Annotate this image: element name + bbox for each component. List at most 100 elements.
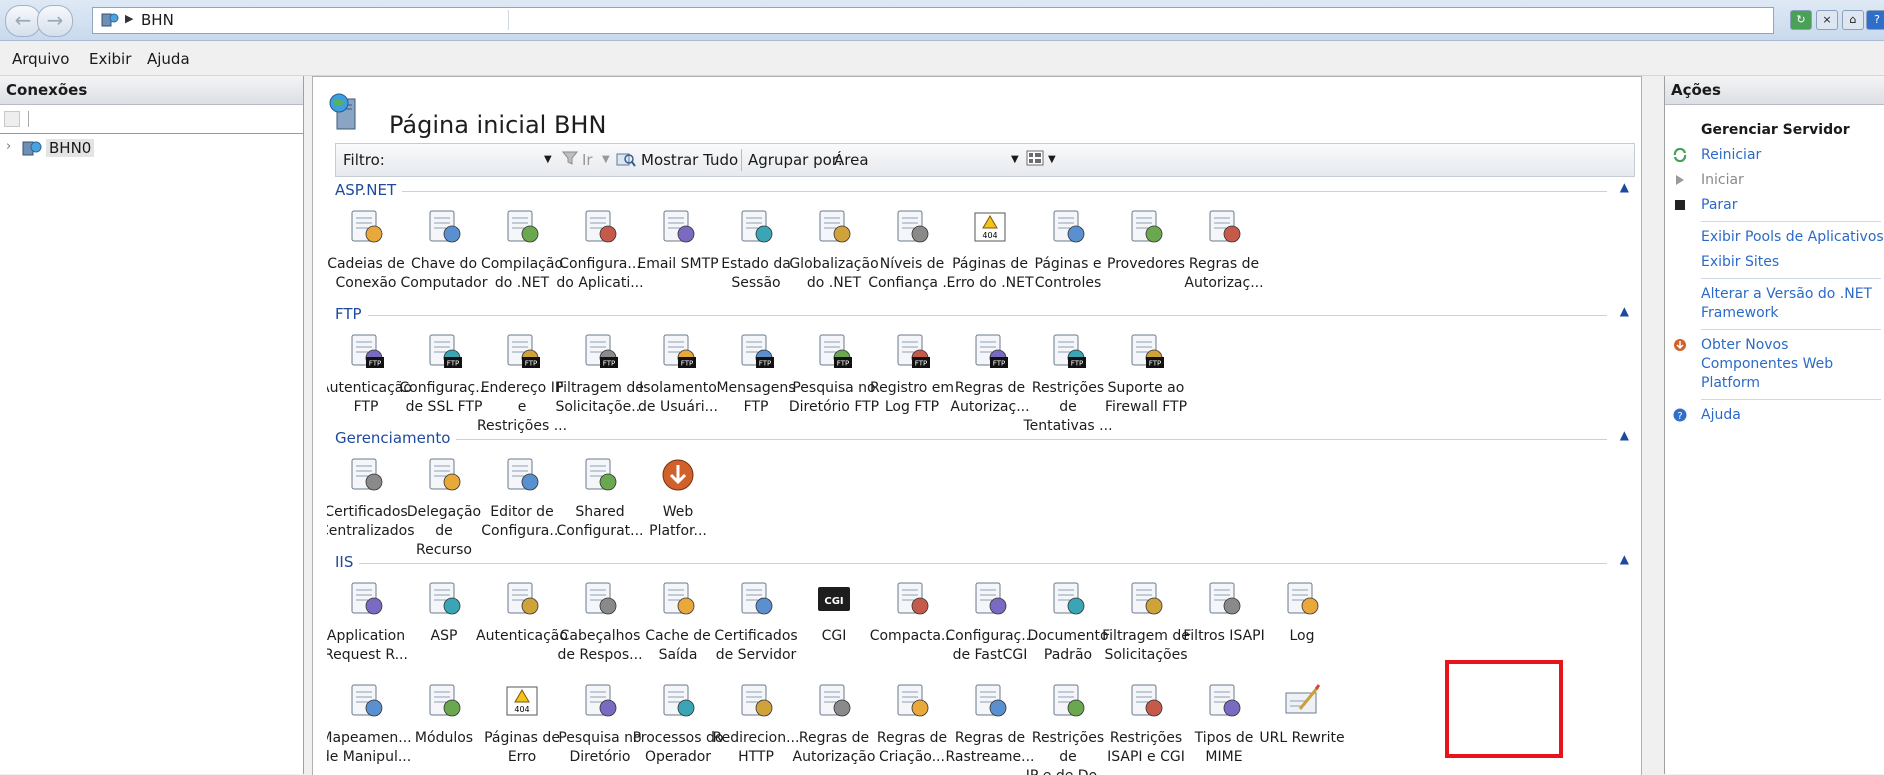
ftp-user-isolation-icon: FTP	[658, 331, 698, 371]
menu-ajuda[interactable]: Ajuda	[147, 50, 190, 68]
svg-text:?: ?	[1677, 411, 1682, 422]
collapse-icon[interactable]: ▲	[1620, 552, 1629, 566]
svg-text:404: 404	[982, 231, 997, 240]
modules-icon	[424, 681, 464, 721]
chevron-right-icon[interactable]: ▶	[125, 12, 133, 25]
action-label: Exibir Sites	[1701, 254, 1780, 270]
svg-text:FTP: FTP	[369, 360, 381, 368]
feature-ftp-firewall[interactable]: FTP Suporte ao Firewall FTP	[1099, 325, 1193, 425]
action-label: Reiniciar	[1701, 147, 1762, 163]
group-name: IIS	[335, 553, 354, 571]
action-exibir-sites[interactable]: Exibir Sites	[1665, 253, 1884, 272]
refresh-icon[interactable]: ↻	[1790, 10, 1812, 30]
action-exibir-pools-de-aplicativos[interactable]: Exibir Pools de Aplicativos	[1665, 228, 1884, 247]
compression-icon	[892, 579, 932, 619]
svg-text:FTP: FTP	[915, 360, 927, 368]
default-document-icon	[1048, 579, 1088, 619]
chevron-down-icon[interactable]: ▼	[602, 154, 610, 165]
feature-web-platform-installer[interactable]: Web Platfor...	[631, 449, 725, 549]
filter-bar: Filtro: ▼ Ir ▼ Mostrar Tudo Agrupar por:…	[335, 143, 1635, 177]
svg-text:FTP: FTP	[525, 360, 537, 368]
breadcrumb[interactable]: BHN	[141, 11, 174, 29]
directory-browsing-icon	[580, 681, 620, 721]
action-label: Exibir Pools de Aplicativos	[1701, 229, 1884, 245]
centralized-certificates-icon	[346, 455, 386, 495]
group-by-select[interactable]: Área	[834, 151, 869, 169]
menu-exibir[interactable]: Exibir	[89, 50, 131, 68]
tree-node-server[interactable]: › BHN0	[0, 138, 303, 160]
group-header-asp-net[interactable]: ASP.NET ▲	[327, 179, 1635, 201]
icon-row: Certificados Centralizados Delegação de R…	[327, 449, 1635, 558]
stop-icon	[1673, 198, 1687, 212]
action-reiniciar[interactable]: Reiniciar	[1665, 146, 1884, 165]
filter-label: Filtro:	[343, 151, 385, 169]
actions-header: Ações	[1665, 76, 1884, 105]
feature-net-authorization[interactable]: Regras de Autorizaç...	[1177, 201, 1271, 301]
forward-button[interactable]: →	[37, 5, 73, 37]
group-header-ftp[interactable]: FTP ▲	[327, 303, 1635, 325]
action-iniciar[interactable]: Iniciar	[1665, 171, 1884, 190]
action-parar[interactable]: Parar	[1665, 196, 1884, 215]
group-divider	[359, 563, 1607, 564]
authorization-rules-icon	[814, 681, 854, 721]
ftp-authentication-icon: FTP	[346, 331, 386, 371]
action-alterar-a-versao-do-net-framework[interactable]: Alterar a Versão do .NET Framework	[1665, 285, 1884, 323]
go-button[interactable]: Ir	[582, 151, 593, 169]
authentication-icon	[502, 579, 542, 619]
show-all-button[interactable]: Mostrar Tudo	[641, 151, 738, 169]
filter-input[interactable]	[398, 148, 546, 170]
home-icon[interactable]: ⌂	[1842, 10, 1864, 30]
ftp-messages-icon: FTP	[736, 331, 776, 371]
actions-divider	[1701, 278, 1881, 279]
page-title: Página inicial BHN	[389, 111, 607, 140]
feature-label: Log	[1289, 628, 1315, 644]
help-icon[interactable]: ?	[1866, 10, 1884, 30]
help-icon: ?	[1673, 408, 1687, 422]
address-divider	[508, 10, 509, 30]
svg-text:FTP: FTP	[759, 360, 771, 368]
stop-icon[interactable]: ×	[1816, 10, 1838, 30]
connections-toolbar	[0, 105, 303, 134]
arrow-right-icon: →	[46, 8, 64, 32]
group-header-gerenciamento[interactable]: Gerenciamento ▲	[327, 427, 1635, 449]
arrow-left-icon: ←	[14, 8, 32, 32]
chevron-down-icon[interactable]: ▼	[1048, 154, 1056, 165]
action-ajuda[interactable]: ? Ajuda	[1665, 406, 1884, 425]
menu-arquivo[interactable]: Arquivo	[12, 50, 69, 68]
chevron-down-icon[interactable]: ▼	[1011, 154, 1019, 165]
view-mode-icon[interactable]	[1026, 150, 1044, 166]
action-obter-novos-componentes-web-platform[interactable]: Obter Novos Componentes Web Platform	[1665, 336, 1884, 393]
page-header: Página inicial BHN	[313, 77, 1641, 141]
mime-types-icon	[1204, 681, 1244, 721]
back-button[interactable]: ←	[5, 5, 41, 37]
actions-section-gerenciar-servidor: Gerenciar Servidor	[1665, 121, 1884, 140]
group-divider	[402, 191, 1607, 192]
address-field[interactable]: ▶ BHN	[92, 7, 1774, 34]
app-settings-icon	[580, 207, 620, 247]
feature-url-rewrite[interactable]: URL Rewrite	[1255, 675, 1349, 775]
group-by-label: Agrupar por:	[748, 151, 843, 169]
connection-strings-icon	[346, 207, 386, 247]
tree-node-label[interactable]: BHN0	[46, 139, 95, 157]
collapse-icon[interactable]: ▲	[1620, 180, 1629, 194]
action-label: Ajuda	[1701, 407, 1741, 423]
svg-text:FTP: FTP	[447, 360, 459, 368]
server-icon	[101, 13, 119, 27]
group-header-iis[interactable]: IIS ▲	[327, 551, 1635, 573]
shared-configuration-icon	[580, 455, 620, 495]
feature-logging[interactable]: Log	[1255, 573, 1349, 673]
trust-levels-icon	[892, 207, 932, 247]
ftp-logging-icon: FTP	[892, 331, 932, 371]
group-name: FTP	[335, 305, 362, 323]
isapi-cgi-restrictions-icon	[1126, 681, 1166, 721]
url-rewrite-icon	[1282, 681, 1322, 721]
new-connection-icon[interactable]	[4, 111, 20, 127]
expand-icon[interactable]: ›	[6, 139, 11, 154]
collapse-icon[interactable]: ▲	[1620, 428, 1629, 442]
action-label: Gerenciar Servidor	[1701, 122, 1850, 138]
funnel-icon[interactable]	[562, 150, 578, 166]
ftp-request-filtering-icon: FTP	[580, 331, 620, 371]
show-all-icon[interactable]	[616, 150, 636, 168]
collapse-icon[interactable]: ▲	[1620, 304, 1629, 318]
chevron-down-icon[interactable]: ▼	[544, 154, 552, 165]
